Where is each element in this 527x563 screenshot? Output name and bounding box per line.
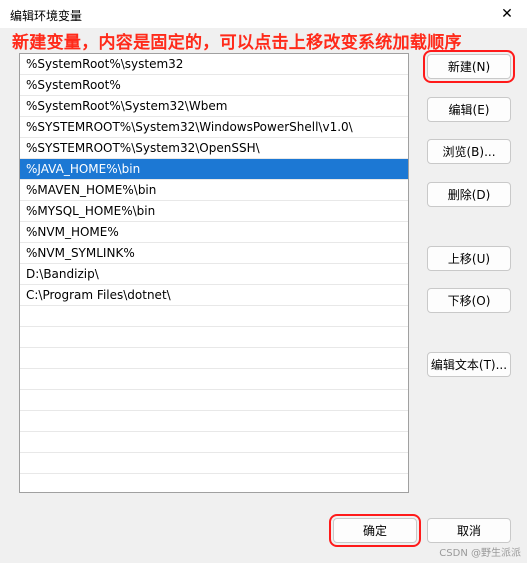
delete-button[interactable]: 删除(D) <box>427 182 511 207</box>
list-item[interactable]: %SystemRoot%\System32\Wbem <box>20 96 408 117</box>
list-item[interactable]: %SystemRoot%\system32 <box>20 54 408 75</box>
list-item[interactable]: %SystemRoot% <box>20 75 408 96</box>
list-item[interactable]: %SYSTEMROOT%\System32\WindowsPowerShell\… <box>20 117 408 138</box>
move-down-button[interactable]: 下移(O) <box>427 288 511 313</box>
window-title: 编辑环境变量 <box>10 9 83 23</box>
list-item[interactable] <box>20 432 408 453</box>
list-item[interactable] <box>20 411 408 432</box>
path-listbox[interactable]: %SystemRoot%\system32 %SystemRoot% %System… <box>19 53 409 493</box>
title-bar: 编辑环境变量 ✕ <box>0 0 527 28</box>
move-up-button[interactable]: 上移(U) <box>427 246 511 271</box>
list-item[interactable] <box>20 327 408 348</box>
edit-button[interactable]: 编辑(E) <box>427 97 511 122</box>
cancel-button[interactable]: 取消 <box>427 518 511 543</box>
list-item[interactable]: C:\Program Files\dotnet\ <box>20 285 408 306</box>
close-icon[interactable]: ✕ <box>487 0 527 28</box>
list-item[interactable]: %MYSQL_HOME%\bin <box>20 201 408 222</box>
list-item[interactable]: %NVM_SYMLINK% <box>20 243 408 264</box>
list-item[interactable] <box>20 369 408 390</box>
list-item[interactable] <box>20 306 408 327</box>
annotation-text: 新建变量，内容是固定的，可以点击上移改变系统加载顺序 <box>12 33 462 53</box>
new-button[interactable]: 新建(N) <box>423 50 515 83</box>
list-item[interactable]: D:\Bandizip\ <box>20 264 408 285</box>
list-item[interactable] <box>20 348 408 369</box>
list-item[interactable]: %SYSTEMROOT%\System32\OpenSSH\ <box>20 138 408 159</box>
list-item[interactable] <box>20 390 408 411</box>
list-item[interactable]: %JAVA_HOME%\bin <box>20 159 408 180</box>
list-item[interactable] <box>20 474 408 492</box>
edit-text-button[interactable]: 编辑文本(T)... <box>427 352 511 377</box>
list-item[interactable]: %NVM_HOME% <box>20 222 408 243</box>
watermark: CSDN @野生派派 <box>439 548 521 559</box>
browse-button[interactable]: 浏览(B)... <box>427 139 511 164</box>
list-item[interactable]: %MAVEN_HOME%\bin <box>20 180 408 201</box>
ok-button[interactable]: 确定 <box>329 514 421 547</box>
list-item[interactable] <box>20 453 408 474</box>
